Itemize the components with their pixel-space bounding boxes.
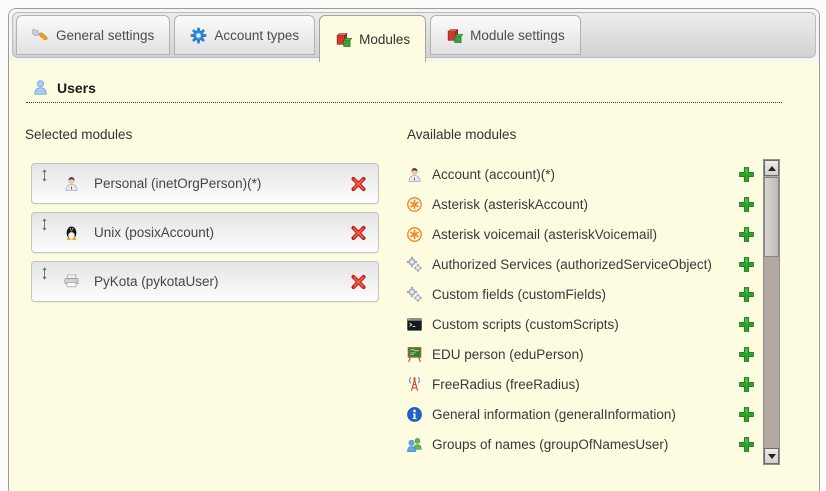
add-module-button[interactable] bbox=[738, 166, 755, 183]
arrow-down-icon bbox=[768, 454, 776, 459]
configuration-panel: General settings bbox=[8, 8, 820, 491]
tux-icon bbox=[63, 224, 80, 241]
module-label: PyKota (pykotaUser) bbox=[94, 274, 219, 289]
available-module-row: EDU person (eduPerson) bbox=[406, 339, 755, 369]
gears-icon bbox=[406, 286, 423, 303]
asterisk-icon bbox=[406, 226, 423, 243]
tab-label: General settings bbox=[56, 28, 154, 43]
remove-module-button[interactable] bbox=[350, 175, 367, 192]
module-label: Asterisk (asteriskAccount) bbox=[432, 197, 588, 212]
drag-handle-icon[interactable] bbox=[40, 169, 49, 182]
group-icon bbox=[406, 436, 423, 453]
add-module-button[interactable] bbox=[738, 376, 755, 393]
module-label: General information (generalInformation) bbox=[432, 407, 676, 422]
add-module-button[interactable] bbox=[738, 406, 755, 423]
gears-icon bbox=[406, 256, 423, 273]
add-module-button[interactable] bbox=[738, 436, 755, 453]
add-module-button[interactable] bbox=[738, 346, 755, 363]
module-label: Personal (inetOrgPerson)(*) bbox=[94, 176, 261, 191]
available-module-row: Account (account)(*) bbox=[406, 159, 755, 189]
selected-modules-list: Personal (inetOrgPerson)(*) bbox=[31, 163, 379, 310]
gear-icon bbox=[190, 27, 207, 44]
wrench-icon bbox=[32, 27, 49, 44]
tab-modules[interactable]: Modules bbox=[319, 15, 426, 62]
available-module-row: Authorized Services (authorizedServiceOb… bbox=[406, 249, 755, 279]
add-module-button[interactable] bbox=[738, 256, 755, 273]
module-label: Asterisk voicemail (asteriskVoicemail) bbox=[432, 227, 657, 242]
tab-module-settings[interactable]: Module settings bbox=[430, 15, 581, 55]
available-module-row: Groups of names (groupOfNamesUser) bbox=[406, 429, 755, 459]
businessman-icon bbox=[406, 166, 423, 183]
info-icon bbox=[406, 406, 423, 423]
section-title: Users bbox=[57, 80, 96, 96]
users-section-header: Users bbox=[26, 79, 782, 103]
modules-icon bbox=[335, 31, 352, 48]
modules-icon bbox=[446, 27, 463, 44]
scroll-up-button[interactable] bbox=[764, 160, 779, 176]
printer-icon bbox=[63, 273, 80, 290]
available-module-row: General information (generalInformation) bbox=[406, 399, 755, 429]
tab-account-types[interactable]: Account types bbox=[174, 15, 315, 55]
scrollbar-thumb[interactable] bbox=[764, 177, 779, 257]
user-silhouette-icon bbox=[32, 79, 49, 96]
businessman-icon bbox=[63, 175, 80, 192]
module-label: Unix (posixAccount) bbox=[94, 225, 214, 240]
tab-bar: General settings bbox=[12, 12, 816, 58]
arrow-up-icon bbox=[768, 166, 776, 171]
tab-general-settings[interactable]: General settings bbox=[16, 15, 170, 55]
selected-modules-heading: Selected modules bbox=[25, 127, 132, 142]
chalkboard-icon bbox=[406, 346, 423, 363]
selected-module-row[interactable]: Unix (posixAccount) bbox=[31, 212, 379, 253]
module-label: FreeRadius (freeRadius) bbox=[432, 377, 580, 392]
available-module-row: FreeRadius (freeRadius) bbox=[406, 369, 755, 399]
remove-module-button[interactable] bbox=[350, 273, 367, 290]
tab-label: Modules bbox=[359, 32, 410, 47]
tab-label: Account types bbox=[214, 28, 299, 43]
selected-module-row[interactable]: Personal (inetOrgPerson)(*) bbox=[31, 163, 379, 204]
add-module-button[interactable] bbox=[738, 226, 755, 243]
module-label: Custom scripts (customScripts) bbox=[432, 317, 619, 332]
drag-handle-icon[interactable] bbox=[40, 218, 49, 231]
tab-label: Module settings bbox=[470, 28, 565, 43]
scroll-down-button[interactable] bbox=[764, 448, 779, 464]
remove-module-button[interactable] bbox=[350, 224, 367, 241]
terminal-icon bbox=[406, 316, 423, 333]
available-modules-scrollbar[interactable] bbox=[763, 159, 780, 465]
antenna-icon bbox=[406, 376, 423, 393]
module-label: Authorized Services (authorizedServiceOb… bbox=[432, 257, 712, 272]
tab-area: General settings bbox=[9, 9, 819, 61]
available-modules-list: Account (account)(*) Aste bbox=[406, 159, 755, 459]
available-modules-heading: Available modules bbox=[407, 127, 516, 142]
available-module-row: Asterisk (asteriskAccount) bbox=[406, 189, 755, 219]
module-label: Groups of names (groupOfNamesUser) bbox=[432, 437, 668, 452]
add-module-button[interactable] bbox=[738, 196, 755, 213]
available-module-row: Custom scripts (customScripts) bbox=[406, 309, 755, 339]
available-module-row: Asterisk voicemail (asteriskVoicemail) bbox=[406, 219, 755, 249]
add-module-button[interactable] bbox=[738, 286, 755, 303]
module-label: EDU person (eduPerson) bbox=[432, 347, 584, 362]
add-module-button[interactable] bbox=[738, 316, 755, 333]
available-module-row: Custom fields (customFields) bbox=[406, 279, 755, 309]
selected-module-row[interactable]: PyKota (pykotaUser) bbox=[31, 261, 379, 302]
module-label: Account (account)(*) bbox=[432, 167, 555, 182]
module-label: Custom fields (customFields) bbox=[432, 287, 606, 302]
drag-handle-icon[interactable] bbox=[40, 267, 49, 280]
asterisk-icon bbox=[406, 196, 423, 213]
